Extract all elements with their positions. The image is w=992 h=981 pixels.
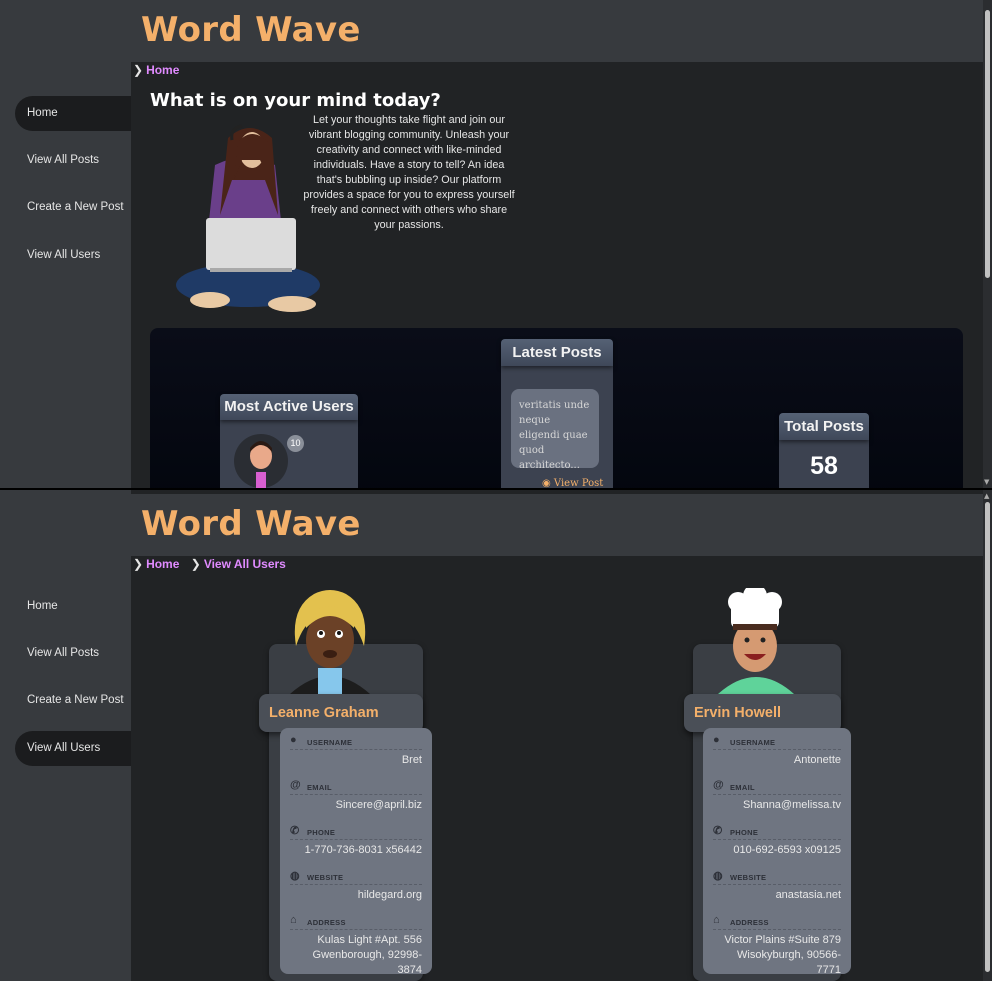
avatar[interactable]	[714, 588, 798, 694]
user-details: ● USERNAME Antonette @ EMAIL Shanna@meliss…	[703, 728, 851, 976]
phone-icon: ✆	[290, 825, 300, 837]
users-screen: Home View All Posts Create a New Post Vi…	[0, 490, 992, 981]
user-name[interactable]: Ervin Howell	[684, 694, 841, 732]
address-line1: Kulas Light #Apt. 556	[317, 934, 422, 946]
sidebar-item-view-all-users[interactable]: View All Users	[15, 731, 131, 766]
scroll-thumb[interactable]	[985, 10, 990, 278]
total-posts-count: 58	[810, 452, 838, 480]
breadcrumb: ❯ Home	[133, 63, 187, 77]
phone-icon: ✆	[713, 825, 723, 837]
sidebar-item-home[interactable]: Home	[15, 96, 131, 131]
sidebar: Home View All Posts Create a New Post Vi…	[0, 490, 131, 981]
scroll-down-icon[interactable]: ▼	[984, 478, 989, 486]
chevron-right-icon: ❯	[133, 557, 144, 571]
eye-icon: ◉	[542, 478, 551, 488]
sidebar-item-create-post[interactable]: Create a New Post	[15, 190, 131, 225]
address-row: ⌂ ADDRESS Victor Plains #Suite 879 Wisoky…	[713, 914, 841, 976]
brand-title[interactable]: Word Wave	[141, 504, 361, 544]
username-row: ● USERNAME Antonette	[713, 734, 841, 766]
phone-value: 010-692-6593 x09125	[733, 844, 841, 856]
address-line2: Wisokyburgh, 90566-7771	[737, 949, 841, 976]
phone-row: ✆ PHONE 010-692-6593 x09125	[713, 825, 841, 856]
globe-icon: ◍	[290, 870, 300, 882]
sidebar-item-create-post[interactable]: Create a New Post	[15, 683, 131, 718]
username-value: Bret	[401, 754, 422, 766]
sidebar-item-home[interactable]: Home	[15, 589, 131, 624]
phone-row: ✆ PHONE 1-770-736-8031 x56442	[290, 825, 422, 856]
home-icon: ⌂	[713, 914, 720, 926]
phone-value: 1-770-736-8031 x56442	[304, 844, 422, 856]
avatar[interactable]	[288, 588, 372, 694]
breadcrumb-view-all-users[interactable]: ❯ View All Users	[191, 557, 286, 571]
at-icon: @	[290, 779, 302, 791]
sidebar-item-view-all-posts[interactable]: View All Posts	[15, 636, 131, 671]
website-row: ◍ WEBSITE hildegard.org	[290, 870, 422, 903]
website-value[interactable]: hildegard.org	[290, 888, 422, 903]
user-name[interactable]: Leanne Graham	[259, 694, 423, 732]
website-row: ◍ WEBSITE anastasia.net	[713, 870, 841, 903]
user-icon: ●	[713, 734, 720, 746]
address-line2: Gwenborough, 92998-3874	[312, 949, 422, 976]
latest-post-excerpt[interactable]: veritatis unde neque eligendi quae quod …	[511, 389, 599, 471]
username-row: ● USERNAME Bret	[290, 734, 422, 766]
scrollbar[interactable]: ▲	[983, 490, 992, 981]
brand-title[interactable]: Word Wave	[141, 10, 361, 50]
post-count-badge: 10	[287, 435, 304, 452]
user-icon: ●	[290, 734, 297, 746]
total-posts-title: Total Posts	[779, 413, 869, 440]
home-screen: Home View All Posts Create a New Post Vi…	[0, 0, 992, 488]
email-value[interactable]: Sincere@april.biz	[290, 798, 422, 813]
breadcrumb: ❯ Home ❯ View All Users	[133, 557, 294, 571]
avatar[interactable]	[234, 434, 288, 488]
website-value[interactable]: anastasia.net	[713, 888, 841, 903]
address-line1: Victor Plains #Suite 879	[724, 934, 841, 946]
sidebar: Home View All Posts Create a New Post Vi…	[0, 0, 131, 488]
app-header: Word Wave	[131, 0, 983, 62]
app-header: Word Wave	[131, 494, 983, 556]
scroll-thumb[interactable]	[985, 502, 990, 972]
username-value: Antonette	[793, 754, 841, 766]
sidebar-item-view-all-posts[interactable]: View All Posts	[15, 143, 131, 178]
sidebar-item-view-all-users[interactable]: View All Users	[15, 238, 131, 273]
email-row: @ EMAIL Sincere@april.biz	[290, 779, 422, 813]
address-row: ⌂ ADDRESS Kulas Light #Apt. 556 Gwenborou…	[290, 914, 422, 976]
chevron-right-icon: ❯	[190, 557, 201, 571]
scrollbar[interactable]: ▼	[983, 0, 992, 488]
at-icon: @	[713, 779, 725, 791]
email-row: @ EMAIL Shanna@melissa.tv	[713, 779, 841, 813]
intro-text: Let your thoughts take flight and join o…	[303, 114, 515, 231]
view-post-link[interactable]: ◉ View Post	[542, 478, 603, 488]
home-icon: ⌂	[290, 914, 297, 926]
latest-posts-title: Latest Posts	[501, 339, 613, 366]
breadcrumb-home[interactable]: ❯ Home	[133, 557, 179, 571]
chevron-right-icon: ❯	[133, 63, 144, 77]
email-value[interactable]: Shanna@melissa.tv	[713, 798, 841, 813]
globe-icon: ◍	[713, 870, 723, 882]
user-details: ● USERNAME Bret @ EMAIL Sincere@april.biz …	[280, 728, 432, 976]
scroll-up-icon[interactable]: ▲	[984, 492, 989, 500]
most-active-users-title: Most Active Users	[220, 394, 358, 420]
breadcrumb-home[interactable]: ❯ Home	[133, 63, 179, 77]
page-title: What is on your mind today?	[150, 90, 441, 111]
